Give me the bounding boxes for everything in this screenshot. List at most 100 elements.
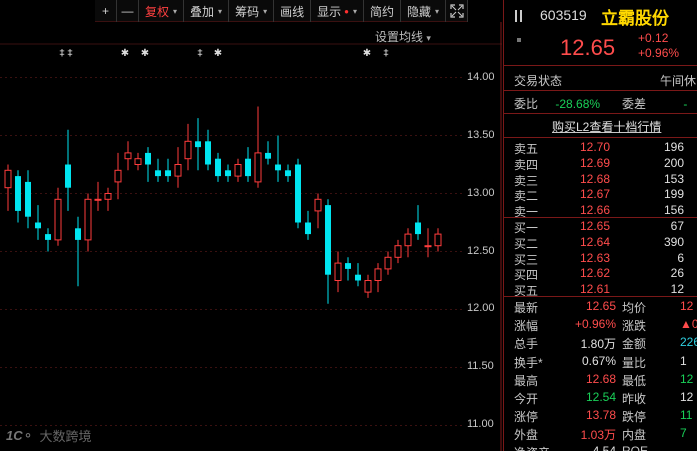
- candle-body-down: [15, 176, 21, 211]
- ask-row[interactable]: 卖一 12.66 156: [504, 203, 697, 219]
- y-tick-label: 13.50: [467, 128, 495, 141]
- trade-status-label: 交易状态: [514, 74, 563, 88]
- ask-price: 12.69: [580, 155, 611, 170]
- bid-label: 买一: [514, 221, 539, 235]
- event-marker-icon: ‡: [60, 48, 65, 59]
- ask-volume: 199: [663, 187, 684, 202]
- toolbar-item-8[interactable]: 隐藏 ▾: [401, 0, 447, 22]
- fullscreen-icon: [449, 4, 464, 18]
- stat-label: 涨跌: [622, 319, 647, 334]
- stat-label: 净资产: [514, 444, 550, 451]
- bid-row[interactable]: 买四 12.62 26: [504, 266, 697, 283]
- stat-row-partial: 净资产 4.54 ROE: [504, 444, 697, 451]
- ask-row[interactable]: 卖三 12.68 153: [504, 171, 697, 188]
- candle-body-down: [265, 152, 271, 159]
- watermark-logo-icon: 1C⚬: [6, 427, 34, 443]
- stat-label: 最新: [514, 301, 539, 315]
- stat-value: 1: [680, 353, 687, 368]
- stat-label: 金额: [622, 337, 647, 352]
- ask-row[interactable]: 卖二 12.67 199: [504, 187, 697, 204]
- toolbar-item-5[interactable]: 画线: [274, 0, 312, 22]
- weibi-row: 委比 -28.68%: [514, 97, 601, 111]
- candle-body-down: [215, 158, 221, 177]
- candle-body-up: [54, 198, 62, 241]
- candle-body-up: [394, 245, 402, 258]
- stat-label: 换手*: [514, 355, 543, 370]
- stat-label: 外盘: [514, 428, 539, 443]
- ask-volume: 153: [663, 171, 684, 186]
- bid-row[interactable]: 买五 12.61 12: [504, 282, 697, 298]
- chart-toolbar: + — 复权 ▾ 叠加 ▾ 筹码 ▾ 画线 显示 ● ▾ 简约 隐藏 ▾: [95, 0, 469, 22]
- event-marker-icon: ✱: [141, 48, 149, 59]
- stat-value: 12.68: [585, 371, 616, 386]
- candle-body-down: [75, 228, 81, 240]
- y-tick-label: 13.00: [467, 186, 495, 199]
- minus-button[interactable]: —: [117, 0, 139, 22]
- watermark: 1C⚬ 大数跨境: [6, 426, 92, 445]
- y-tick-label: 11.50: [467, 360, 494, 373]
- quote-panel: 603519 立霸股份 12.65 +0.12 +0.96% 交易状态 午间休 …: [503, 0, 697, 451]
- stat-value: 12.65: [585, 299, 616, 313]
- event-marker-icon: ‡: [198, 48, 203, 59]
- toolbar-item-3[interactable]: 叠加 ▾: [184, 0, 230, 22]
- candle-body-up: [114, 169, 122, 183]
- candle-body-up: [384, 256, 392, 270]
- y-tick-label: 12.00: [467, 302, 495, 315]
- bid-label: 买四: [514, 268, 539, 283]
- ask-row[interactable]: 卖四 12.69 200: [504, 155, 697, 172]
- bid-label: 买三: [514, 252, 539, 267]
- ask-price: 12.66: [580, 203, 611, 218]
- stat-value: 11: [680, 408, 693, 423]
- ask-label: 卖四: [514, 157, 539, 172]
- stat-value: ▲0: [680, 317, 697, 332]
- candle-body-up: [104, 193, 112, 200]
- ask-label: 卖三: [514, 173, 539, 188]
- stat-value: 12: [680, 299, 694, 313]
- plus-button[interactable]: +: [95, 0, 117, 22]
- candle-body-down: [155, 170, 161, 177]
- candle-body-down: [195, 141, 201, 148]
- toolbar-item-7[interactable]: 简约: [364, 0, 401, 22]
- kline-chart[interactable]: ‡ ‡ ✱ ✱ ‡ ✱ ✱ ‡: [0, 22, 502, 451]
- plus-icon: +: [101, 4, 109, 18]
- divider: [504, 90, 697, 91]
- stat-label: 最高: [514, 373, 539, 388]
- candle-body-up: [124, 152, 132, 160]
- candle-body-up: [94, 198, 102, 201]
- toolbar-item-2[interactable]: 复权 ▾: [139, 0, 185, 22]
- sidebar-toggle-icon[interactable]: [512, 8, 526, 64]
- ma-settings-button[interactable]: 设置均线 ▾: [375, 28, 431, 45]
- side-icons: [512, 8, 526, 69]
- toolbar-item-4[interactable]: 筹码 ▾: [229, 0, 275, 22]
- ask-label: 卖二: [514, 189, 539, 204]
- stat-row: 换手* 0.67% 量比 1: [504, 353, 697, 370]
- toolbar-item-label: 复权: [145, 4, 170, 19]
- fullscreen-button[interactable]: [446, 0, 469, 22]
- change-value: +0.12: [638, 31, 669, 45]
- stat-value: 12: [680, 371, 694, 386]
- chevron-down-icon: ▾: [352, 6, 357, 16]
- bid-row[interactable]: 买二 12.64 390: [504, 235, 697, 251]
- stat-value: 13.78: [585, 408, 616, 423]
- candle-body-down: [165, 170, 171, 177]
- kline-chart-area[interactable]: ‡ ‡ ✱ ✱ ‡ ✱ ✱ ‡ 设置均线 ▾ 14.00 13.50 13.00 12.50 12.0…: [0, 22, 502, 451]
- stock-name[interactable]: 立霸股份: [601, 4, 669, 29]
- stock-price: 12.65: [560, 35, 616, 60]
- toolbar-item-label: 简约: [369, 4, 394, 19]
- ask-row[interactable]: 卖五 12.70 196: [504, 140, 697, 156]
- stat-label: 今开: [514, 392, 539, 406]
- candle-body-up: [374, 268, 382, 281]
- l2-purchase-link[interactable]: 购买L2查看十档行情: [552, 118, 661, 135]
- weicha-value: -: [683, 97, 688, 111]
- candle-body-up: [434, 233, 442, 247]
- divider: [504, 113, 697, 114]
- bid-row[interactable]: 买三 12.63 6: [504, 251, 697, 267]
- toolbar-item-6[interactable]: 显示 ● ▾: [311, 0, 364, 22]
- ask-label: 卖五: [514, 142, 539, 156]
- stat-row: 总手 1.80万 金额 226: [504, 335, 697, 352]
- bid-row[interactable]: 买一 12.65 67: [504, 219, 697, 235]
- chevron-down-icon: ▾: [173, 6, 178, 16]
- toolbar-item-label: 隐藏: [407, 4, 432, 19]
- bid-label: 买二: [514, 236, 539, 251]
- stat-value: 226: [680, 335, 697, 350]
